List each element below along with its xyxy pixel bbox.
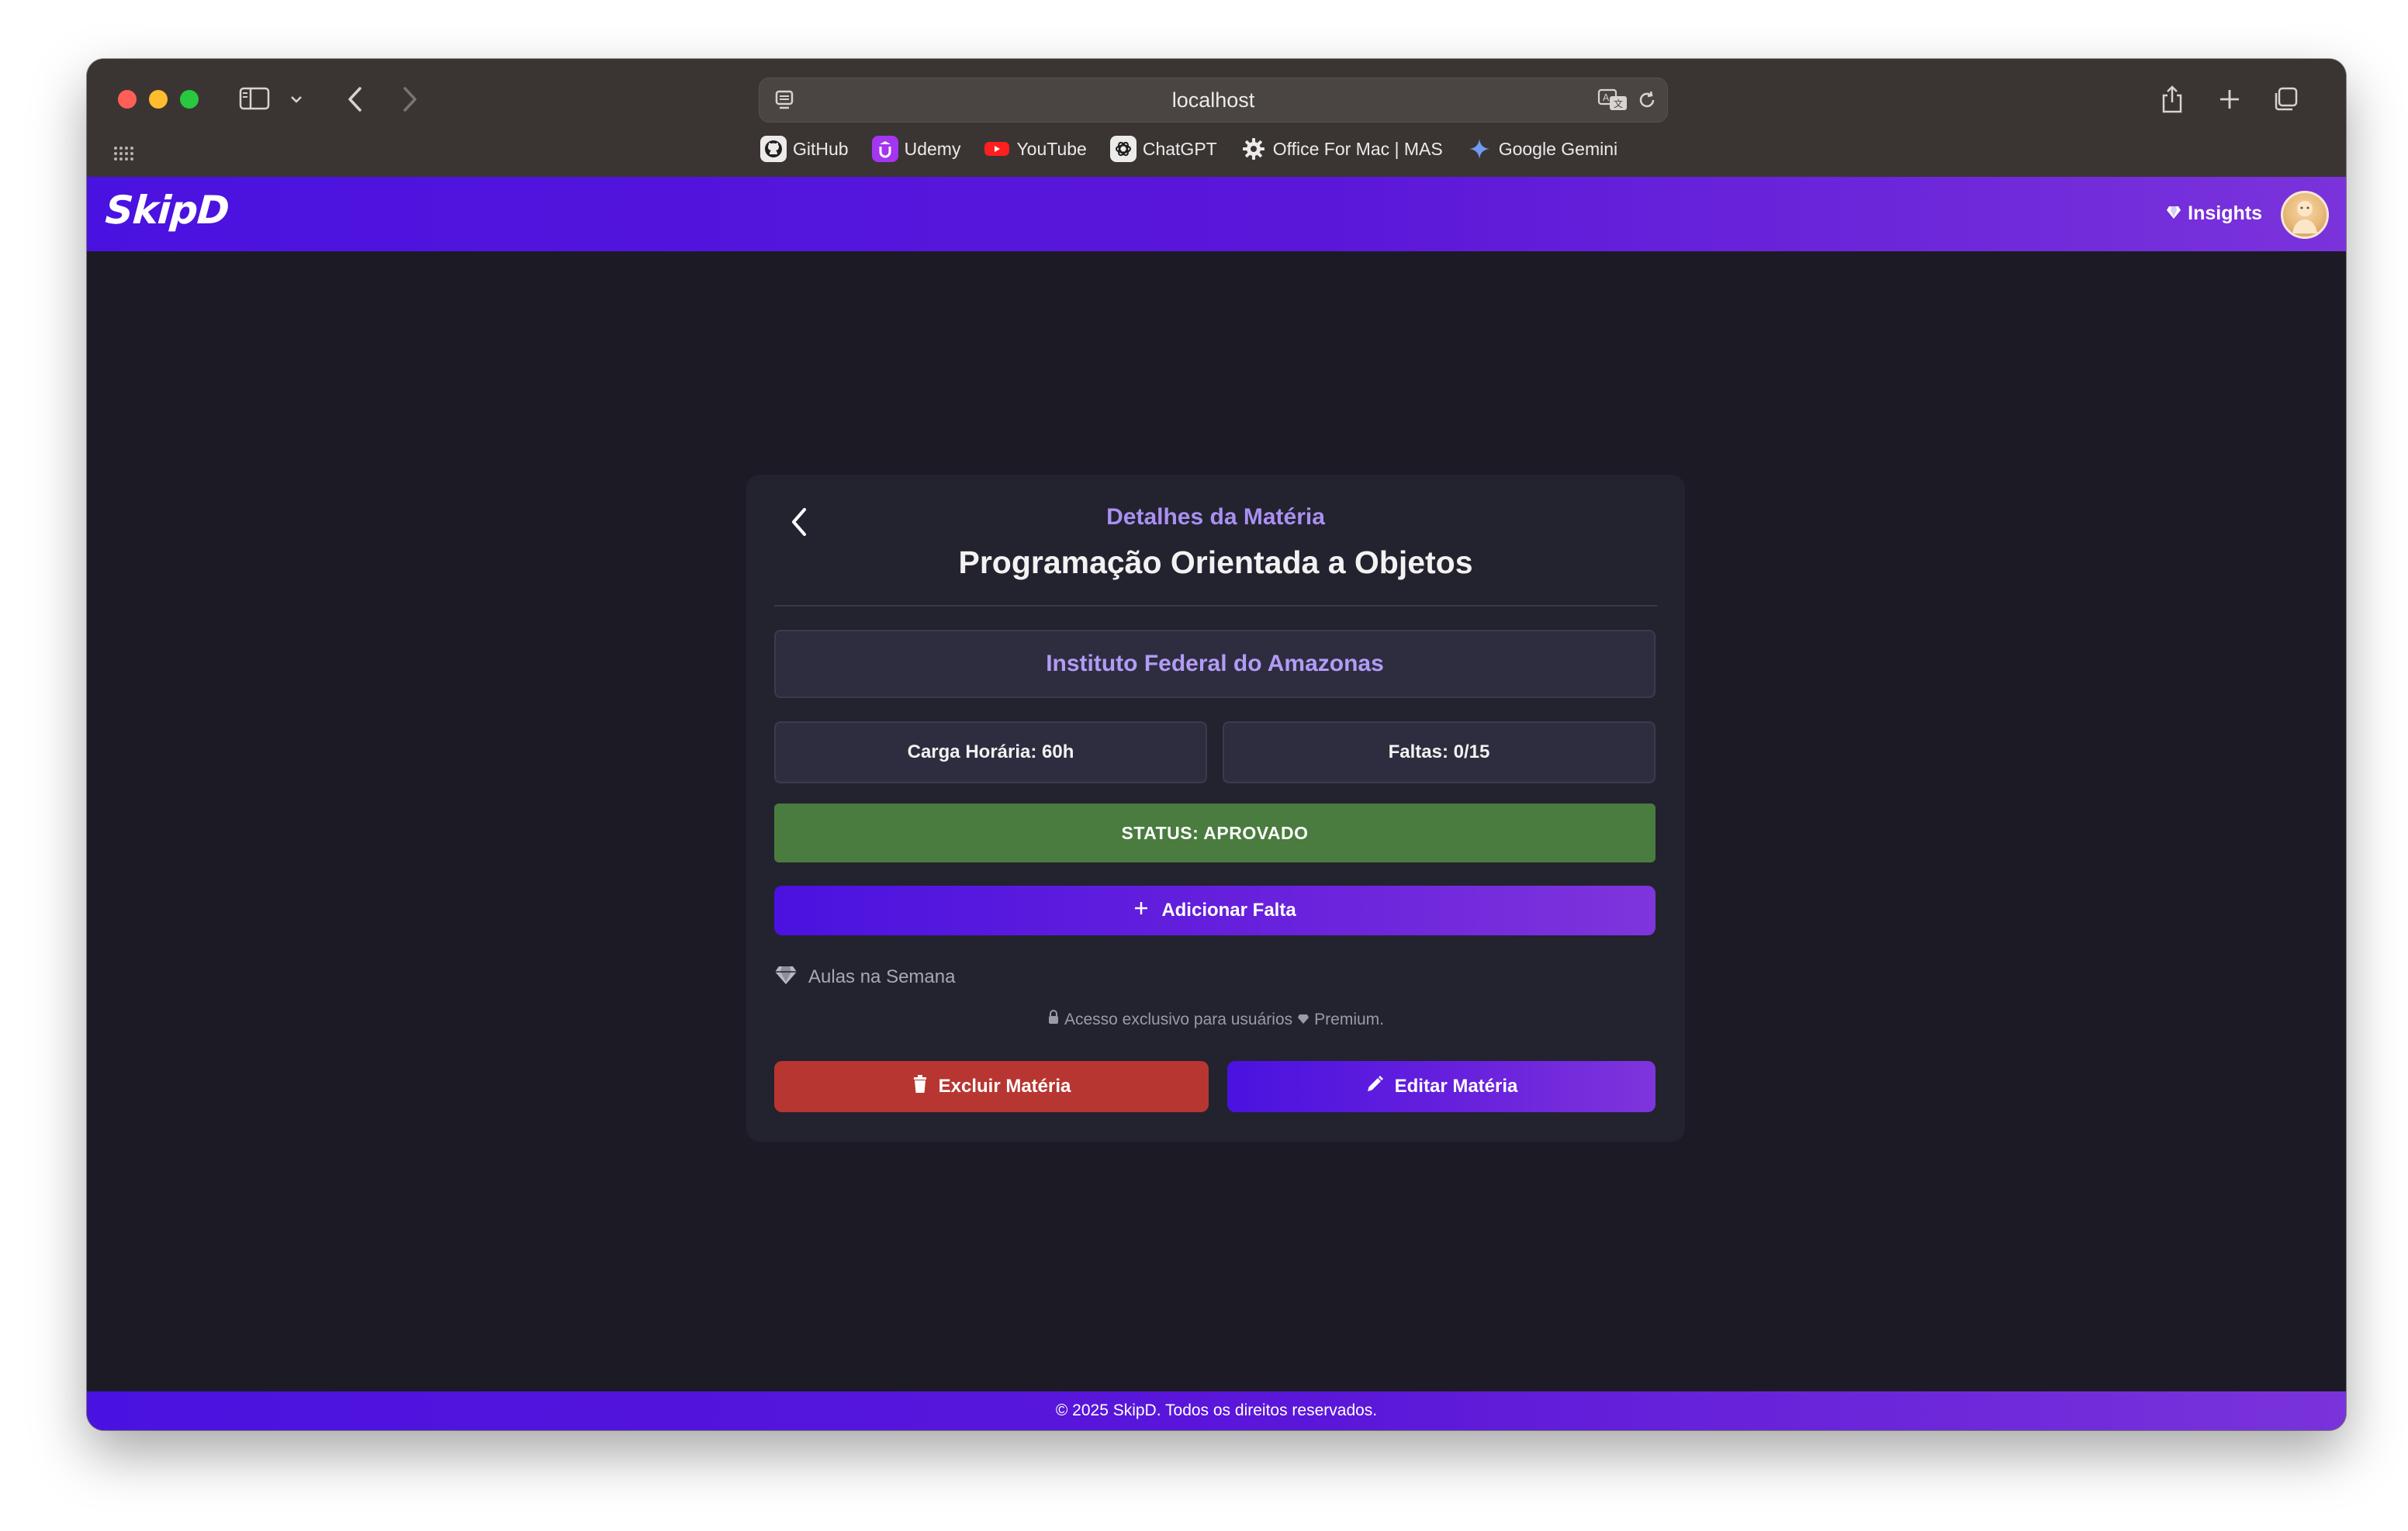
bookmark-label: GitHub bbox=[793, 138, 849, 159]
subject-details-card: Detalhes da Matéria Programação Orientad… bbox=[746, 475, 1685, 1142]
divider bbox=[774, 605, 1657, 607]
app-footer: © 2025 SkipD. Todos os direitos reservad… bbox=[87, 1391, 2346, 1430]
status-badge: STATUS: APROVADO bbox=[774, 804, 1656, 862]
premium-note-prefix: Acesso exclusivo para usuários bbox=[1064, 1011, 1293, 1028]
bookmark-youtube[interactable]: YouTube bbox=[984, 136, 1087, 162]
svg-text:文: 文 bbox=[1614, 98, 1623, 109]
diamond-icon bbox=[1297, 1011, 1310, 1029]
insights-link[interactable]: Insights bbox=[2166, 195, 2262, 231]
apps-grid-icon[interactable] bbox=[112, 141, 135, 164]
github-icon bbox=[760, 136, 787, 162]
footer-copyright: © 2025 SkipD. Todos os direitos reservad… bbox=[1055, 1401, 1378, 1419]
chatgpt-icon bbox=[1109, 136, 1137, 162]
user-avatar[interactable] bbox=[2281, 191, 2329, 239]
svg-text:A: A bbox=[1603, 92, 1610, 103]
close-window-button[interactable] bbox=[118, 90, 137, 109]
week-classes-section: Aulas na Semana bbox=[774, 962, 955, 993]
bookmark-label: Udemy bbox=[904, 138, 961, 159]
tab-overview-icon[interactable] bbox=[2270, 84, 2301, 115]
main-content: Detalhes da Matéria Programação Orientad… bbox=[87, 251, 2346, 1398]
bookmark-label: Office For Mac | MAS bbox=[1272, 138, 1443, 159]
institution-name: Instituto Federal do Amazonas bbox=[774, 630, 1656, 698]
gemini-icon bbox=[1466, 136, 1493, 162]
premium-note: Acesso exclusivo para usuários Premium. bbox=[746, 1010, 1685, 1030]
reload-icon[interactable] bbox=[1636, 89, 1658, 111]
edit-label: Editar Matéria bbox=[1394, 1076, 1518, 1097]
address-bar[interactable]: localhost A文 bbox=[759, 78, 1668, 123]
plus-icon bbox=[1133, 900, 1149, 921]
week-classes-label: Aulas na Semana bbox=[808, 966, 956, 987]
workload-stat: Carga Horária: 60h bbox=[774, 721, 1207, 783]
bookmark-label: YouTube bbox=[1016, 138, 1087, 159]
browser-toolbar: localhost A文 GitHub Udemy YouTube ChatGP… bbox=[87, 59, 2346, 178]
gear-icon bbox=[1240, 136, 1267, 162]
diamond-icon bbox=[2166, 202, 2181, 225]
app-header: SkipD Insights bbox=[87, 177, 2346, 251]
app-logo[interactable]: SkipD bbox=[104, 188, 230, 233]
bookmark-udemy[interactable]: Udemy bbox=[871, 136, 961, 162]
edit-subject-button[interactable]: Editar Matéria bbox=[1227, 1061, 1656, 1112]
insights-label: Insights bbox=[2188, 202, 2262, 224]
share-icon[interactable] bbox=[2157, 82, 2188, 116]
lock-icon bbox=[1047, 1010, 1060, 1030]
browser-window: localhost A文 GitHub Udemy YouTube ChatGP… bbox=[87, 59, 2346, 1430]
delete-label: Excluir Matéria bbox=[938, 1076, 1071, 1097]
card-eyebrow: Detalhes da Matéria bbox=[1106, 504, 1325, 530]
sidebar-toggle-icon[interactable] bbox=[239, 85, 270, 112]
bookmark-github[interactable]: GitHub bbox=[760, 136, 849, 162]
diamond-icon bbox=[774, 965, 797, 990]
minimize-window-button[interactable] bbox=[149, 90, 168, 109]
bookmark-gemini[interactable]: Google Gemini bbox=[1466, 136, 1617, 162]
browser-forward-icon[interactable] bbox=[394, 84, 425, 115]
add-absence-button[interactable]: Adicionar Falta bbox=[774, 886, 1656, 935]
chevron-down-icon[interactable] bbox=[287, 90, 306, 109]
subject-title: Programação Orientada a Objetos bbox=[958, 544, 1473, 580]
delete-subject-button[interactable]: Excluir Matéria bbox=[774, 1061, 1209, 1112]
bookmark-chatgpt[interactable]: ChatGPT bbox=[1109, 136, 1217, 162]
browser-back-icon[interactable] bbox=[340, 84, 371, 115]
youtube-icon bbox=[984, 136, 1010, 162]
bookmarks-bar: GitHub Udemy YouTube ChatGPT Office For … bbox=[760, 132, 1617, 166]
bookmark-office[interactable]: Office For Mac | MAS bbox=[1240, 136, 1443, 162]
trash-icon bbox=[912, 1074, 928, 1099]
translate-icon[interactable]: A文 bbox=[1597, 88, 1628, 112]
udemy-icon bbox=[871, 136, 898, 162]
zoom-window-button[interactable] bbox=[180, 90, 199, 109]
bookmark-label: Google Gemini bbox=[1498, 138, 1618, 159]
new-tab-icon[interactable] bbox=[2214, 84, 2245, 115]
pencil-icon bbox=[1365, 1075, 1384, 1099]
url-text[interactable]: localhost bbox=[759, 78, 1667, 122]
bookmark-label: ChatGPT bbox=[1142, 138, 1217, 159]
add-absence-label: Adicionar Falta bbox=[1161, 900, 1296, 921]
absences-stat: Faltas: 0/15 bbox=[1223, 721, 1656, 783]
premium-note-suffix: Premium. bbox=[1314, 1011, 1384, 1028]
